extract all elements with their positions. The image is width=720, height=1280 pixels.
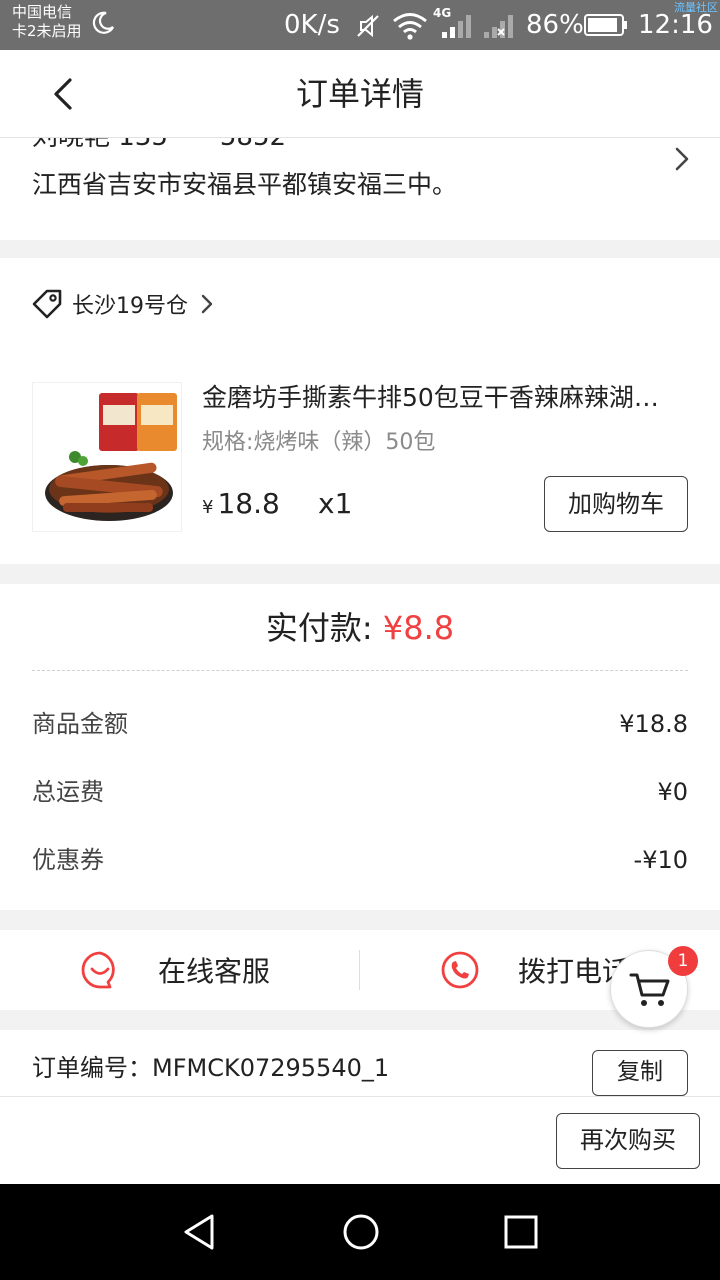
carrier-line2: 卡2未启用 <box>12 22 82 40</box>
add-to-cart-button[interactable]: 加购物车 <box>544 476 688 532</box>
copy-button[interactable]: 复制 <box>592 1050 688 1096</box>
phone-icon <box>441 951 479 989</box>
product-title[interactable]: 金磨坊手撕素牛排50包豆干香辣麻辣湖南特产零食 <box>202 382 682 414</box>
wifi-icon <box>393 13 427 40</box>
nav-home-icon[interactable] <box>341 1212 381 1252</box>
order-number: 订单编号：MFMCK07295540_1 <box>32 1054 390 1082</box>
net-speed: 0K/s <box>284 10 340 40</box>
online-service-label: 在线客服 <box>158 955 271 988</box>
product-price: ¥18.8 <box>202 486 280 526</box>
moon-icon <box>92 11 114 34</box>
customer-service-icon <box>81 951 115 989</box>
service-divider <box>359 950 360 990</box>
carrier-line1: 中国电信 <box>12 3 73 21</box>
product-quantity: x1 <box>318 487 353 520</box>
price-value: 18.8 <box>217 487 280 520</box>
currency-symbol: ¥ <box>202 497 214 518</box>
nav-back-icon[interactable] <box>180 1212 220 1252</box>
signal-icon <box>442 15 471 38</box>
order-number-section: 订单编号：MFMCK07295540_1 复制 <box>0 1030 720 1096</box>
product-image[interactable] <box>32 382 182 532</box>
cart-icon <box>629 973 670 1006</box>
fee-row-shipping: 总运费 ¥0 <box>32 774 688 810</box>
bottom-action-bar: 再次购买 <box>0 1096 720 1184</box>
product-spec: 规格:烧烤味（辣）50包 <box>202 430 436 455</box>
carrier-info: 中国电信 卡2未启用 <box>12 3 82 41</box>
shipping-address[interactable]: 刘晓艳 135****5852 江西省吉安市安福县平都镇安福三中。 <box>0 138 720 240</box>
dashed-divider <box>32 670 688 671</box>
shop-name: 长沙19号仓 <box>72 294 188 319</box>
nav-recents-icon[interactable] <box>501 1212 541 1252</box>
fee-label: 优惠券 <box>32 846 104 874</box>
battery-icon <box>584 14 627 36</box>
corner-watermark: 流量社区 <box>674 1 718 14</box>
status-bar: 中国电信 卡2未启用 0K/s 4G 86% 12:16 流量社区 <box>0 0 720 50</box>
fee-label: 商品金额 <box>32 710 128 738</box>
fee-value: ¥0 <box>657 778 688 806</box>
buy-again-button[interactable]: 再次购买 <box>556 1113 700 1169</box>
battery-percent: 86% <box>526 10 584 40</box>
address-detail: 江西省吉安市安福县平都镇安福三中。 <box>32 170 458 199</box>
page-title: 订单详情 <box>295 75 424 113</box>
paid-total: 实付款: ¥8.8 <box>0 608 720 648</box>
paid-label: 实付款: <box>265 609 373 647</box>
fee-label: 总运费 <box>32 778 104 806</box>
app-header: 订单详情 <box>0 50 720 138</box>
mute-icon <box>357 14 379 38</box>
payment-summary: 实付款: ¥8.8 商品金额 ¥18.8 总运费 ¥0 优惠券 -¥10 <box>0 584 720 910</box>
fee-value: ¥18.8 <box>619 710 688 738</box>
fee-row-goods: 商品金额 ¥18.8 <box>32 706 688 742</box>
fee-value: -¥10 <box>633 846 688 874</box>
chevron-right-icon <box>201 294 213 314</box>
system-nav-bar <box>0 1184 720 1280</box>
product-photo <box>45 393 177 521</box>
online-service-button[interactable]: 在线客服 <box>80 930 270 1010</box>
fee-row-coupon: 优惠券 -¥10 <box>32 842 688 878</box>
shop-link[interactable]: 长沙19号仓 <box>30 286 216 322</box>
recipient-name-phone: 刘晓艳 135****5852 <box>32 138 286 153</box>
signal-sim2-icon <box>484 15 513 38</box>
paid-amount: ¥8.8 <box>382 609 455 647</box>
call-phone-button[interactable]: 拨打电话 <box>440 930 630 1010</box>
product-card: 长沙19号仓 金磨坊手撕素牛排50包豆干香辣麻辣湖南特产零食 规格:烧烤味（辣）… <box>0 258 720 564</box>
chevron-right-icon <box>675 147 689 171</box>
tag-icon <box>32 289 62 319</box>
cart-count-badge: 1 <box>668 946 698 976</box>
